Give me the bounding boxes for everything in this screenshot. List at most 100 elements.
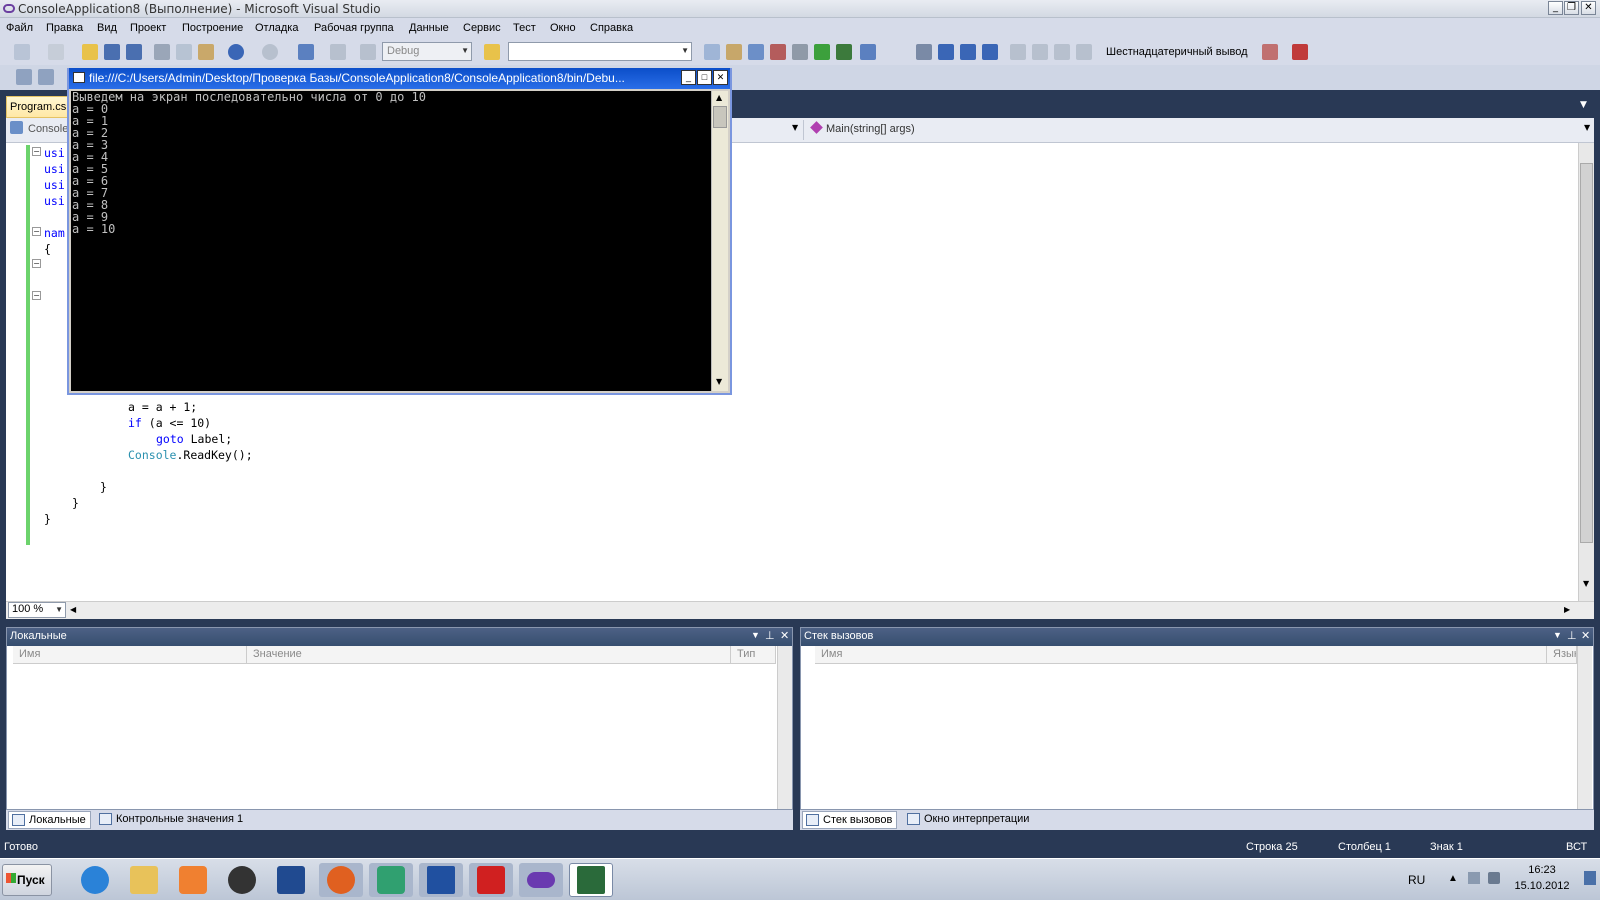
copy-icon[interactable]	[176, 44, 192, 60]
start-debug-icon[interactable]	[360, 44, 376, 60]
zoom-select[interactable]: 100 % ▼	[8, 602, 66, 618]
stop-debugging-icon[interactable]	[960, 44, 976, 60]
console-title-bar[interactable]: file:///C:/Users/Admin/Desktop/Проверка …	[69, 68, 730, 89]
taskbar-hp[interactable]	[220, 863, 264, 897]
tab-watch-1[interactable]: Контрольные значения 1	[96, 811, 247, 829]
step-into-icon[interactable]	[1032, 44, 1048, 60]
console-scroll-thumb[interactable]	[713, 106, 727, 128]
undo-icon[interactable]	[228, 44, 244, 60]
chevron-down-icon[interactable]: ▼	[1584, 123, 1590, 132]
column-value[interactable]: Значение	[247, 646, 731, 664]
taskbar-media-player[interactable]	[171, 863, 215, 897]
open-folder-icon[interactable]	[82, 44, 98, 60]
tab-call-stack[interactable]: Стек вызовов	[802, 811, 898, 829]
taskbar-internet-explorer[interactable]	[73, 863, 117, 897]
menu-team[interactable]: Рабочая группа	[314, 22, 394, 34]
break-all-icon[interactable]	[938, 44, 954, 60]
save-all-icon[interactable]	[126, 44, 142, 60]
column-name[interactable]: Имя	[815, 646, 1547, 664]
menu-view[interactable]: Вид	[97, 22, 117, 34]
console-close-button[interactable]: ✕	[713, 70, 728, 85]
save-icon[interactable]	[104, 44, 120, 60]
taskbar-pdf[interactable]	[469, 863, 513, 897]
threads-icon[interactable]	[1262, 44, 1278, 60]
redo-icon[interactable]	[262, 44, 278, 60]
scroll-up-icon[interactable]: ▲	[716, 93, 722, 102]
locals-scrollbar[interactable]	[777, 646, 792, 809]
column-name[interactable]: Имя	[13, 646, 247, 664]
fold-toggle-icon[interactable]: −	[32, 291, 41, 300]
continue-icon[interactable]	[916, 44, 932, 60]
step-out-icon[interactable]	[1076, 44, 1092, 60]
hexadecimal-display-button[interactable]: Шестнадцатеричный вывод	[1106, 46, 1248, 58]
start-button[interactable]: Пуск	[2, 864, 52, 896]
pin-icon[interactable]: ⊥	[1567, 629, 1577, 642]
command-window-icon[interactable]	[860, 44, 876, 60]
menu-data[interactable]: Данные	[409, 22, 449, 34]
toolbar-icon-1[interactable]	[16, 69, 32, 85]
tab-immediate-window[interactable]: Окно интерпретации	[904, 811, 1033, 829]
menu-tools[interactable]: Сервис	[463, 22, 501, 34]
taskbar-visual-studio[interactable]	[519, 863, 563, 897]
restart-icon[interactable]	[982, 44, 998, 60]
menu-window[interactable]: Окно	[550, 22, 576, 34]
paste-icon[interactable]	[198, 44, 214, 60]
scroll-thumb[interactable]	[1580, 163, 1593, 543]
editor-vertical-scrollbar[interactable]: ▼	[1578, 143, 1594, 601]
pane-dropdown-icon[interactable]: ▼	[1553, 630, 1562, 640]
object-browser-icon[interactable]	[748, 44, 764, 60]
clock-date[interactable]: 15.10.2012	[1506, 880, 1578, 892]
fold-toggle-icon[interactable]: −	[32, 147, 41, 156]
tab-program-cs[interactable]: Program.cs	[6, 96, 70, 118]
console-scrollbar[interactable]: ▲ ▼	[711, 91, 728, 391]
volume-icon[interactable]	[1488, 872, 1500, 884]
minimize-button[interactable]: _	[1548, 1, 1563, 15]
show-next-statement-icon[interactable]	[1010, 44, 1026, 60]
taskbar-qip[interactable]	[369, 863, 413, 897]
close-icon[interactable]: ✕	[780, 629, 789, 642]
menu-file[interactable]: Файл	[6, 22, 33, 34]
taskbar-console[interactable]	[569, 863, 613, 897]
extension-manager-icon[interactable]	[836, 44, 852, 60]
network-icon[interactable]	[1468, 872, 1480, 884]
navigate-forward-icon[interactable]	[330, 44, 346, 60]
solution-configuration-select[interactable]: Debug ▼	[382, 42, 472, 61]
step-over-icon[interactable]	[1054, 44, 1070, 60]
navigate-backward-icon[interactable]	[298, 44, 314, 60]
scroll-right-icon[interactable]: ▶	[1564, 605, 1570, 614]
clock-time[interactable]: 16:23	[1508, 864, 1576, 876]
taskbar-word[interactable]	[419, 863, 463, 897]
add-item-icon[interactable]	[48, 44, 64, 60]
menu-test[interactable]: Тест	[513, 22, 536, 34]
members-dropdown[interactable]: Main(string[] args)	[826, 123, 915, 135]
cut-icon[interactable]	[154, 44, 170, 60]
console-minimize-button[interactable]: _	[681, 70, 696, 85]
menu-help[interactable]: Справка	[590, 22, 633, 34]
chevron-down-icon[interactable]: ▼	[792, 123, 798, 132]
properties-icon[interactable]	[726, 44, 742, 60]
taskbar-firefox[interactable]	[319, 863, 363, 897]
restore-button[interactable]: ❐	[1564, 1, 1579, 15]
show-desktop-icon[interactable]	[1584, 871, 1596, 885]
show-hidden-icons-icon[interactable]: ▲	[1448, 873, 1458, 884]
taskbar-explorer[interactable]	[122, 863, 166, 897]
breakpoints-icon[interactable]	[1292, 44, 1308, 60]
toolbar-icon-2[interactable]	[38, 69, 54, 85]
tools-icon[interactable]	[792, 44, 808, 60]
fold-toggle-icon[interactable]: −	[32, 227, 41, 236]
close-icon[interactable]: ✕	[1581, 629, 1590, 642]
taskbar-task-app[interactable]	[269, 863, 313, 897]
menu-debug[interactable]: Отладка	[255, 22, 298, 34]
new-project-icon[interactable]	[14, 44, 30, 60]
menu-edit[interactable]: Правка	[46, 22, 83, 34]
column-type[interactable]: Тип	[731, 646, 776, 664]
scroll-left-icon[interactable]: ◀	[70, 605, 76, 614]
scroll-down-icon[interactable]: ▼	[1583, 579, 1589, 588]
find-in-files-icon[interactable]	[484, 44, 500, 60]
menu-build[interactable]: Построение	[182, 22, 243, 34]
close-button[interactable]: ✕	[1581, 1, 1596, 15]
column-language[interactable]: Язык	[1547, 646, 1577, 664]
start-page-icon[interactable]	[814, 44, 830, 60]
scroll-down-icon[interactable]: ▼	[716, 377, 722, 386]
call-stack-scrollbar[interactable]	[1577, 646, 1592, 809]
